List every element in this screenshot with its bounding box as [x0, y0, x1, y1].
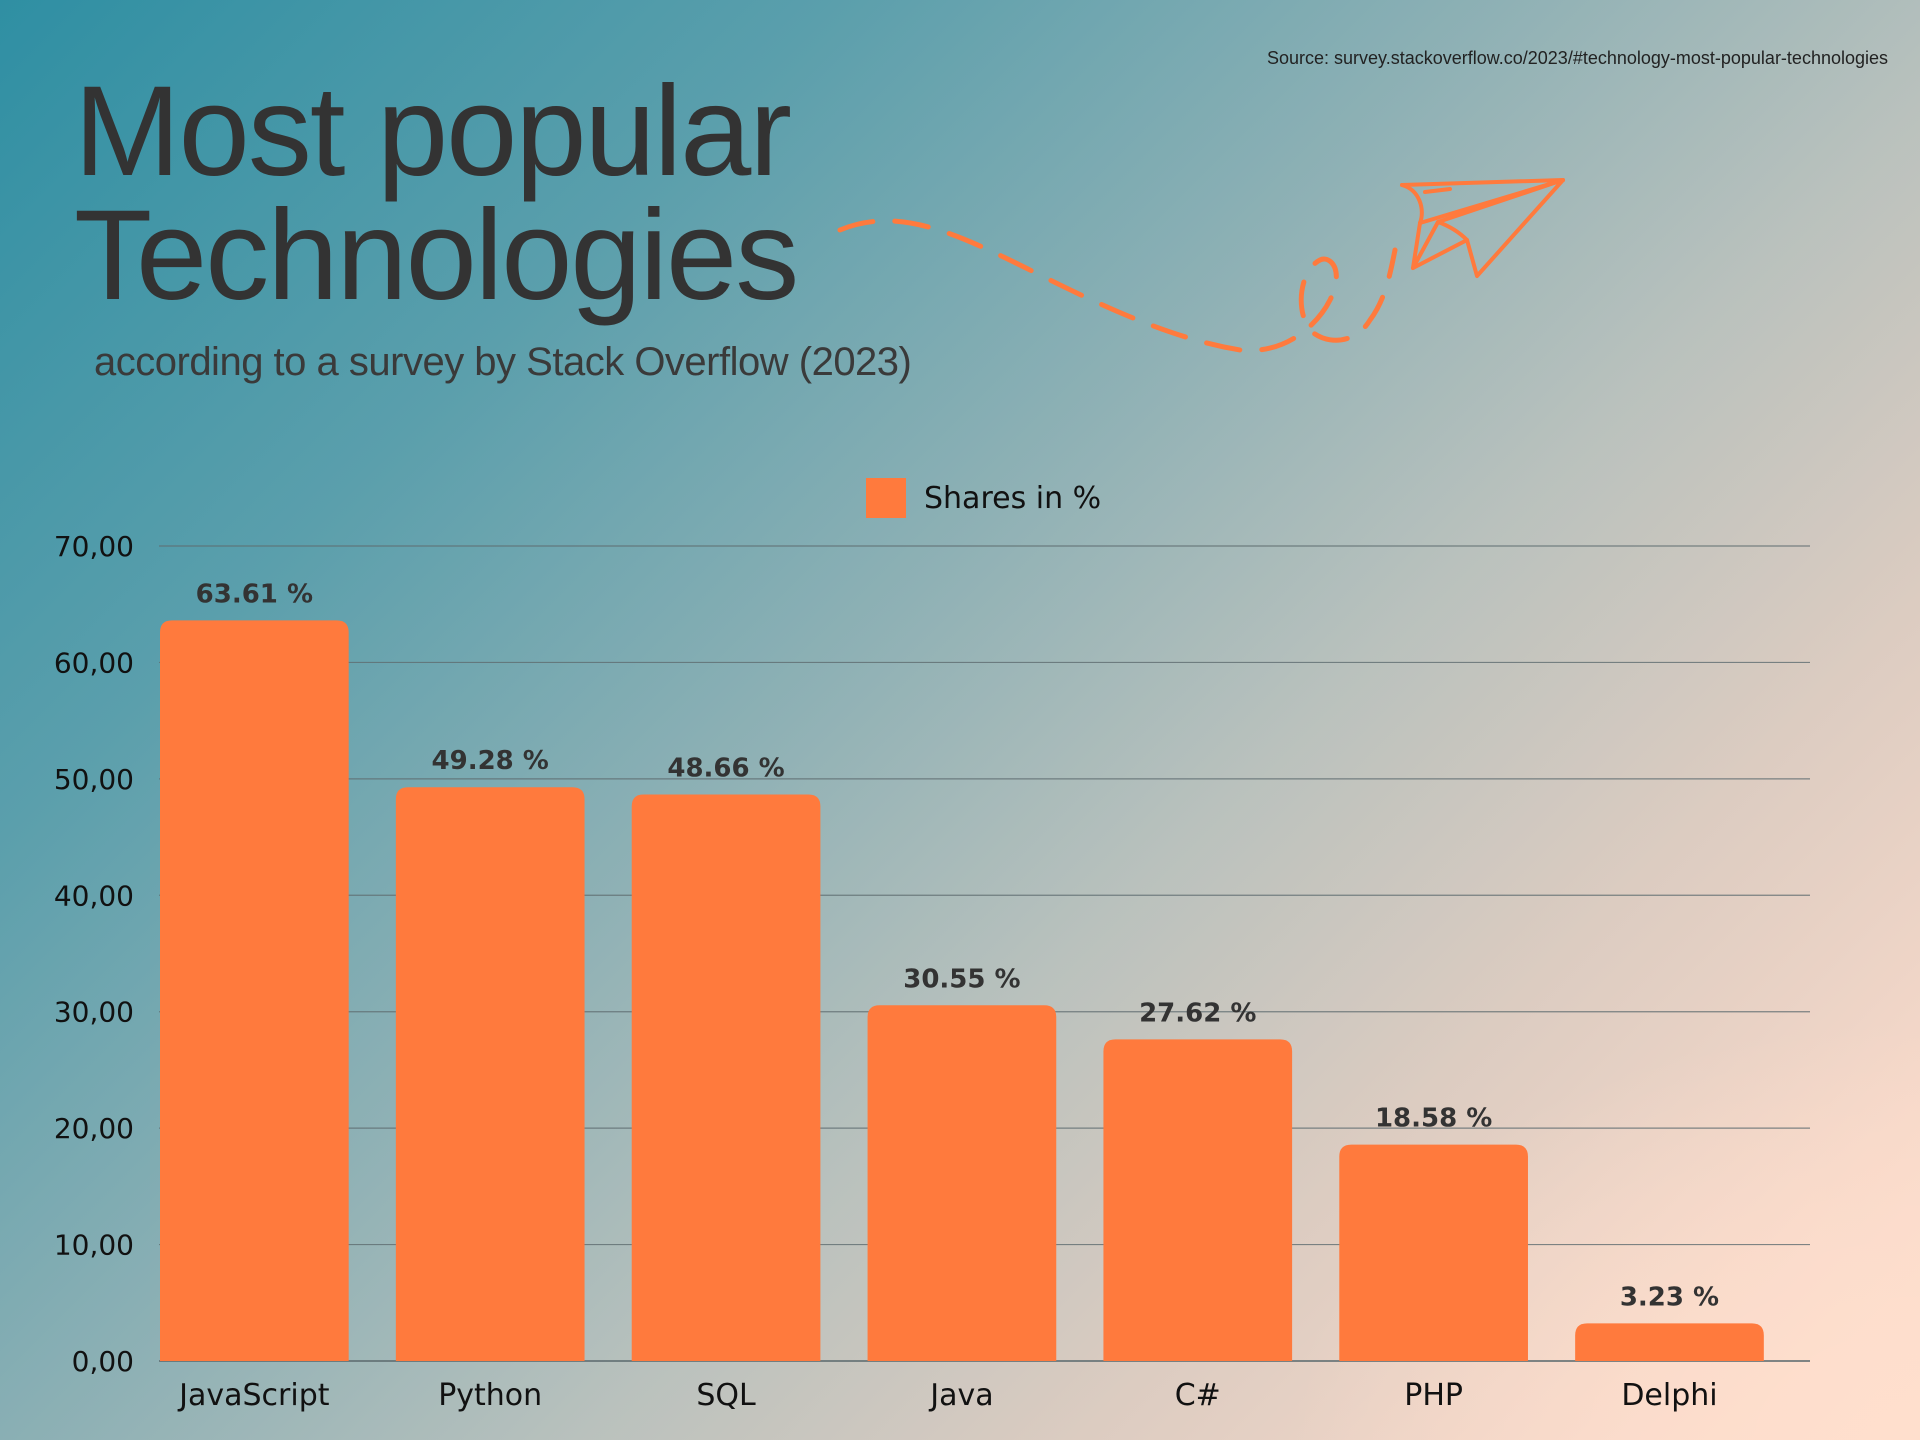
- x-tick-label: C#: [1175, 1378, 1221, 1413]
- data-label: 3.23 %: [1620, 1282, 1719, 1312]
- y-tick-label: 40,00: [54, 879, 134, 912]
- bar-java: [867, 1005, 1057, 1361]
- y-tick-label: 0,00: [72, 1345, 134, 1378]
- data-label: 48.66 %: [667, 753, 784, 783]
- data-label: 18.58 %: [1375, 1104, 1492, 1134]
- bar-delphi: [1575, 1323, 1764, 1361]
- bar-php: [1339, 1144, 1528, 1361]
- infographic-canvas: Source: survey.stackoverflow.co/2023/#te…: [0, 0, 1920, 1440]
- y-tick-label: 70,00: [54, 530, 134, 563]
- bar-c-: [1103, 1039, 1293, 1361]
- bar-javascript: [160, 620, 349, 1361]
- x-tick-label: SQL: [696, 1378, 756, 1413]
- data-label: 49.28 %: [432, 746, 549, 776]
- y-axis: 0,00 10,00 20,00 30,00 40,00 50,00 60,00 70,00: [54, 530, 134, 1378]
- x-axis: JavaScript Python SQL Java C# PHP Delphi: [177, 1378, 1717, 1413]
- y-tick-label: 30,00: [54, 996, 134, 1029]
- bar-sql: [631, 794, 821, 1361]
- y-tick-label: 60,00: [54, 646, 134, 679]
- x-tick-label: Java: [928, 1378, 993, 1413]
- bar-python: [395, 787, 585, 1361]
- x-tick-label: Delphi: [1621, 1378, 1717, 1413]
- y-tick-label: 50,00: [54, 763, 134, 796]
- y-tick-label: 10,00: [54, 1229, 134, 1262]
- x-tick-label: PHP: [1404, 1378, 1463, 1413]
- data-label: 30.55 %: [903, 964, 1020, 994]
- data-label: 63.61 %: [196, 579, 313, 609]
- bar-chart: 0,0010,0020,0030,0040,0050,0060,0070,00 …: [54, 530, 1810, 1413]
- y-tick-label: 20,00: [54, 1112, 134, 1145]
- data-label: 27.62 %: [1139, 998, 1256, 1028]
- x-tick-label: JavaScript: [177, 1378, 330, 1413]
- x-tick-label: Python: [438, 1378, 542, 1413]
